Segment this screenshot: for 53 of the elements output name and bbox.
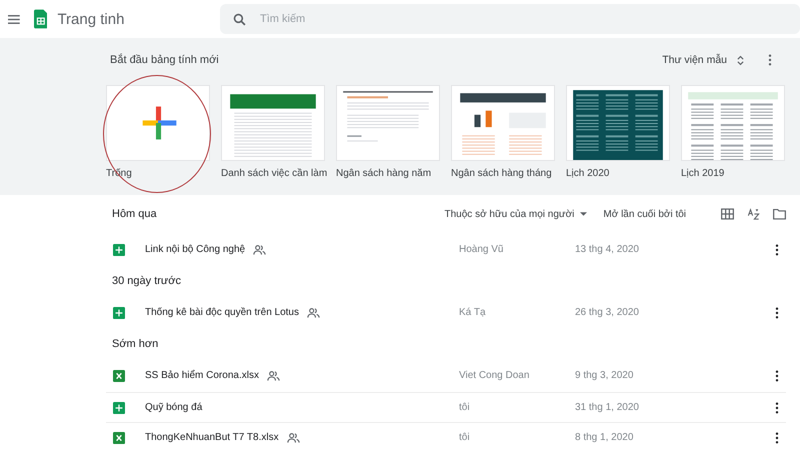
- template-label[interactable]: Ngân sách hàng năm: [336, 168, 440, 179]
- more-icon[interactable]: [775, 306, 779, 318]
- app-title: Trang tinh: [57, 10, 126, 28]
- owner-filter-dropdown[interactable]: Thuộc sở hữu của mọi người: [444, 208, 588, 220]
- group-heading: Hôm qua: [112, 208, 157, 220]
- blank-template-thumbnail[interactable]: [106, 85, 210, 161]
- more-icon[interactable]: [775, 402, 779, 414]
- template-thumbnail[interactable]: [566, 85, 670, 161]
- owner-name: tôi: [459, 402, 471, 413]
- owner-name: Ká Tạ: [459, 307, 486, 318]
- template-label[interactable]: Lịch 2019: [681, 168, 785, 179]
- spreadsheet-file-icon: [113, 306, 125, 318]
- menu-icon[interactable]: [8, 14, 20, 24]
- date-text: 31 thg 1, 2020: [575, 402, 640, 413]
- group-heading: Sớm hơn: [112, 337, 160, 352]
- grid-view-icon[interactable]: [721, 208, 734, 220]
- template-thumbnail[interactable]: [681, 85, 785, 161]
- dropdown-caret-icon: [580, 212, 588, 216]
- spreadsheet-file-icon: [113, 402, 125, 414]
- template-label[interactable]: Danh sách việc cần làm: [221, 168, 325, 179]
- file-name[interactable]: Quỹ bóng đá: [145, 402, 202, 413]
- spreadsheet-file-icon: [113, 244, 125, 256]
- sort-az-icon[interactable]: [747, 208, 760, 220]
- owner-name: Hoàng Vũ: [459, 244, 504, 255]
- search-field[interactable]: Tìm kiếm: [220, 4, 800, 34]
- date-text: 26 thg 3, 2020: [575, 307, 640, 318]
- file-name[interactable]: ThongKeNhuanBut T7 T8.xlsx: [145, 432, 279, 443]
- file-name[interactable]: Thống kê bài độc quyền trên Lotus: [145, 307, 299, 318]
- expand-icon[interactable]: [737, 54, 744, 66]
- date-text: 13 thg 4, 2020: [575, 244, 640, 255]
- excel-file-icon: [113, 370, 125, 382]
- more-icon[interactable]: [775, 432, 779, 444]
- file-name[interactable]: SS Bảo hiểm Corona.xlsx: [145, 370, 259, 381]
- group-heading: 30 ngày trước: [112, 274, 182, 289]
- search-icon: [233, 13, 246, 26]
- more-icon[interactable]: [775, 244, 779, 256]
- file-name[interactable]: Link nội bộ Công nghệ: [145, 244, 246, 255]
- template-thumbnail[interactable]: [451, 85, 555, 161]
- owner-name: Viet Cong Doan: [459, 370, 530, 381]
- template-thumbnail[interactable]: [336, 85, 440, 161]
- more-icon[interactable]: [775, 370, 779, 382]
- folder-icon[interactable]: [773, 208, 786, 220]
- template-label[interactable]: Ngân sách hàng tháng: [451, 168, 555, 179]
- template-thumbnail[interactable]: [221, 85, 325, 161]
- date-text: 9 thg 3, 2020: [575, 370, 634, 381]
- date-text: 8 thg 1, 2020: [575, 432, 634, 443]
- section-heading: Bắt đầu bảng tính mới: [110, 54, 219, 66]
- sheets-logo-icon: [34, 9, 48, 29]
- excel-file-icon: [113, 432, 125, 444]
- owner-name: tôi: [459, 432, 471, 443]
- template-label[interactable]: Lịch 2020: [566, 168, 670, 179]
- template-gallery-button[interactable]: Thư viện mẫu: [662, 54, 727, 66]
- sort-button[interactable]: Mở lần cuối bởi tôi: [603, 208, 686, 220]
